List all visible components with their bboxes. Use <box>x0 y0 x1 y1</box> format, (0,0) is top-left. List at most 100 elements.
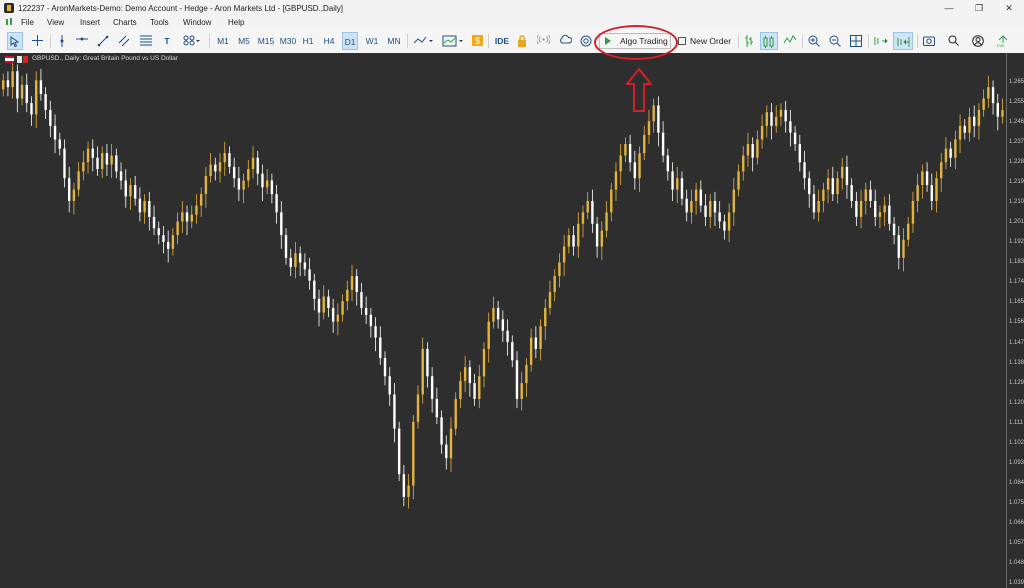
candle <box>586 191 589 220</box>
candle <box>459 371 462 409</box>
new-order-button[interactable]: New Order <box>676 33 734 49</box>
candle <box>34 71 38 129</box>
candlestick-series <box>2 59 1004 509</box>
lock-icon[interactable] <box>515 32 529 50</box>
grid-icon[interactable] <box>848 32 864 50</box>
candle <box>643 125 646 160</box>
one-click-icon[interactable] <box>742 32 756 50</box>
channel-icon[interactable] <box>116 32 132 50</box>
vertical-line-icon[interactable] <box>55 32 69 50</box>
autoscroll-icon[interactable] <box>872 32 890 50</box>
candle <box>143 194 146 224</box>
candle <box>727 203 731 242</box>
candles-icon[interactable] <box>760 32 778 50</box>
close-button[interactable]: ✕ <box>994 1 1024 15</box>
chart-shift-icon[interactable] <box>893 32 913 50</box>
templates-icon[interactable] <box>440 32 466 50</box>
title-bar: 122237 - AronMarkets-Demo: Demo Account … <box>0 0 1024 16</box>
candle <box>185 205 189 236</box>
candle <box>775 105 778 133</box>
signal-icon[interactable] <box>535 32 551 50</box>
candle <box>214 157 217 181</box>
candle <box>336 303 340 336</box>
price-tick-label: 1.174 <box>1009 279 1024 285</box>
candle <box>572 226 575 256</box>
candle <box>430 367 434 413</box>
timeframe-m5[interactable]: M5 <box>235 32 253 50</box>
menu-view[interactable]: View <box>47 18 64 27</box>
fibonacci-icon[interactable] <box>138 32 154 50</box>
candle <box>265 169 269 195</box>
price-tick-label: 1.156 <box>1009 319 1024 325</box>
zoom-in-icon[interactable] <box>806 32 822 50</box>
candle <box>44 87 47 120</box>
cloud-icon[interactable] <box>557 32 573 50</box>
minimize-button[interactable]: — <box>934 1 964 15</box>
candle <box>709 194 712 229</box>
candle <box>421 337 424 404</box>
menu-insert[interactable]: Insert <box>80 18 100 27</box>
candle <box>232 157 236 188</box>
candle <box>148 191 151 231</box>
candle <box>864 182 867 215</box>
candle <box>181 200 184 233</box>
cursor-icon[interactable] <box>7 32 23 50</box>
maximize-button[interactable]: ❐ <box>964 1 994 15</box>
market-icon[interactable] <box>578 32 594 50</box>
menu-tools[interactable]: Tools <box>150 18 169 27</box>
crosshair-icon[interactable] <box>29 32 45 50</box>
candle <box>911 191 915 233</box>
zoom-out-icon[interactable] <box>827 32 843 50</box>
candle <box>944 137 948 170</box>
expert-icon[interactable]: $ <box>470 32 484 50</box>
timeframe-m1[interactable]: M1 <box>214 32 232 50</box>
price-tick-label: 1.201 <box>1009 219 1024 225</box>
menu-bar: File View Insert Charts Tools Window Hel… <box>0 16 1024 29</box>
candle <box>209 153 212 183</box>
shapes-icon[interactable] <box>180 32 204 50</box>
chart-menu-icon[interactable] <box>5 18 14 26</box>
menu-charts[interactable]: Charts <box>113 18 137 27</box>
ide-button[interactable]: IDE <box>493 32 511 50</box>
candle <box>925 162 929 192</box>
indicators-icon[interactable] <box>412 32 436 50</box>
candle <box>30 96 33 126</box>
price-tick-label: 1.102 <box>1009 440 1024 446</box>
menu-window[interactable]: Window <box>183 18 211 27</box>
line-chart-icon[interactable] <box>782 32 798 50</box>
candle <box>138 187 142 222</box>
candle <box>308 257 311 290</box>
timeframe-d1[interactable]: D1 <box>342 32 358 50</box>
candle <box>162 226 165 254</box>
price-tick-label: 1.048 <box>1009 560 1024 566</box>
level-icon[interactable]: LVL <box>995 32 1011 50</box>
candle <box>874 189 877 227</box>
timeframe-w1[interactable]: W1 <box>363 32 381 50</box>
candle <box>49 100 52 138</box>
candle <box>242 173 245 204</box>
candle <box>251 146 255 179</box>
screenshot-icon[interactable] <box>921 32 937 50</box>
account-icon[interactable] <box>970 32 986 50</box>
price-tick-label: 1.210 <box>1009 199 1024 205</box>
price-tick-label: 1.057 <box>1009 540 1024 546</box>
menu-file[interactable]: File <box>21 18 34 27</box>
timeframe-mn[interactable]: MN <box>385 32 403 50</box>
candle <box>322 285 325 320</box>
text-icon[interactable]: T <box>160 32 174 50</box>
horizontal-line-icon[interactable] <box>74 32 90 50</box>
candle <box>605 200 608 238</box>
candle <box>751 137 754 172</box>
search-icon[interactable] <box>945 32 961 50</box>
candle <box>223 141 226 176</box>
timeframe-m30[interactable]: M30 <box>278 32 298 50</box>
candle <box>331 298 335 334</box>
menu-help[interactable]: Help <box>228 18 244 27</box>
candle <box>303 253 307 277</box>
trend-line-icon[interactable] <box>95 32 111 50</box>
timeframe-h4[interactable]: H4 <box>321 32 337 50</box>
candle <box>317 289 321 327</box>
timeframe-h1[interactable]: H1 <box>300 32 316 50</box>
candle <box>968 107 971 142</box>
timeframe-m15[interactable]: M15 <box>256 32 276 50</box>
